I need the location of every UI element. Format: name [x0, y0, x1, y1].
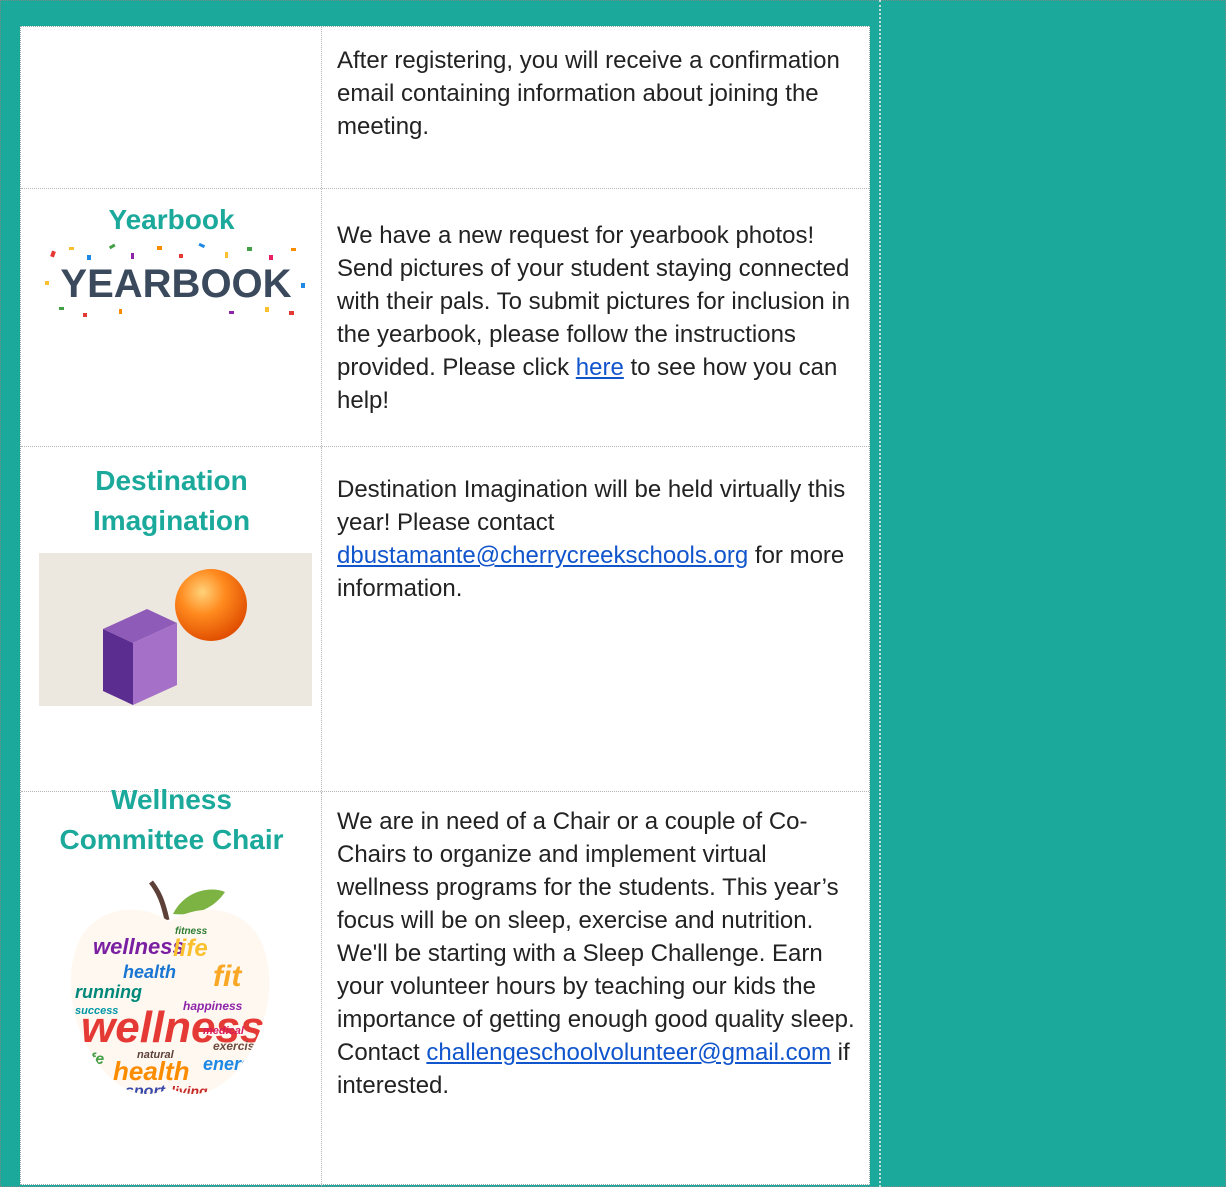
column-divider: [879, 0, 881, 1187]
word-living: living: [171, 1083, 208, 1099]
word-medical: medical: [203, 1025, 245, 1037]
intro-right-cell: After registering, you will receive a co…: [322, 27, 869, 188]
yearbook-image: YEARBOOK: [39, 241, 313, 327]
yearbook-row: Yearbook YEARBOOK We have a new request …: [21, 189, 869, 447]
wellness-email-link[interactable]: challengeschoolvolunteer@gmail.com: [426, 1039, 831, 1066]
destination-image: [39, 553, 312, 706]
word-life-1: life: [173, 935, 208, 962]
wellness-left-cell: Wellness Committee Chair wellness life f…: [21, 784, 322, 1186]
destination-text: Destination Imagination will be held vir…: [322, 447, 869, 605]
word-energy: energy: [203, 1054, 263, 1074]
word-success: success: [75, 1005, 118, 1017]
yearbook-right-cell: We have a new request for yearbook photo…: [322, 189, 869, 446]
word-health-1: health: [123, 962, 176, 982]
intro-left-cell: [21, 27, 322, 188]
yearbook-image-text: YEARBOOK: [60, 262, 291, 306]
destination-heading-line2: Imagination: [92, 505, 251, 536]
wellness-apple-image: wellness life fit health running wellnes…: [63, 874, 277, 1102]
word-sport: sport: [125, 1083, 166, 1100]
word-fit: fit: [213, 960, 243, 993]
word-wellness-1: wellness: [93, 934, 185, 959]
destination-heading: Destination Imagination: [21, 461, 322, 541]
wellness-text: We are in need of a Chair or a couple of…: [322, 792, 869, 1102]
word-natural: natural: [137, 1049, 175, 1061]
word-fitness: fitness: [175, 926, 208, 937]
wellness-row: Wellness Committee Chair wellness life f…: [21, 784, 869, 1186]
yearbook-text: We have a new request for yearbook photo…: [322, 189, 869, 417]
orange-sphere-icon: [175, 569, 247, 641]
destination-right-cell: Destination Imagination will be held vir…: [322, 447, 869, 791]
intro-text: After registering, you will receive a co…: [337, 47, 840, 140]
word-happiness: happiness: [183, 999, 243, 1013]
word-life-2: life: [81, 1051, 104, 1068]
yearbook-left-cell: Yearbook YEARBOOK: [21, 189, 322, 446]
wellness-heading: Wellness Committee Chair: [21, 780, 322, 860]
yearbook-heading: Yearbook: [108, 204, 235, 235]
wellness-heading-line2: Committee Chair: [59, 824, 284, 855]
destination-email-link[interactable]: dbustamante@cherrycreekschools.org: [337, 542, 748, 569]
wellness-right-cell: We are in need of a Chair or a couple of…: [322, 792, 869, 1186]
content-panel: After registering, you will receive a co…: [20, 26, 870, 1186]
destination-row: Destination Imagination Destination Imag…: [21, 447, 869, 792]
word-running: running: [75, 982, 142, 1002]
wellness-text-part: We are in need of a Chair or a couple of…: [337, 808, 855, 1066]
wellness-heading-line1: Wellness: [111, 784, 232, 815]
destination-heading-line1: Destination: [95, 465, 248, 496]
word-exercise: exercise: [213, 1039, 261, 1053]
yearbook-here-link[interactable]: here: [576, 354, 624, 381]
destination-text-part: Destination Imagination will be held vir…: [337, 476, 846, 536]
destination-left-cell: Destination Imagination: [21, 447, 322, 791]
intro-row: After registering, you will receive a co…: [21, 27, 869, 189]
